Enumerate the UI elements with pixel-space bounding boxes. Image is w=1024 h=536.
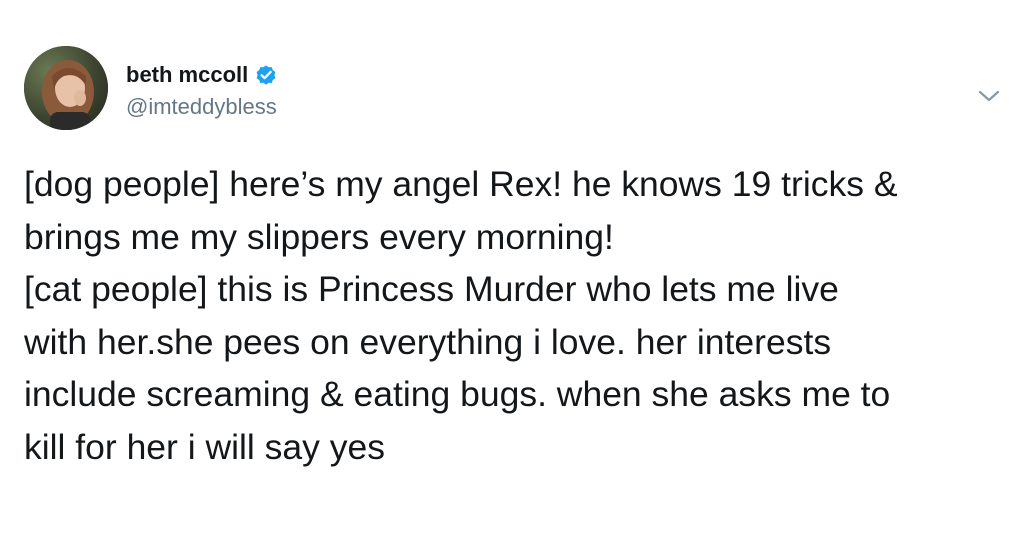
tweet-text-line: kill for her i will say yes bbox=[24, 426, 385, 467]
tweet-text-line: brings me my slippers every morning! bbox=[24, 216, 614, 257]
author-handle[interactable]: @imteddybless bbox=[126, 94, 277, 120]
tweet-card: beth mccoll @imteddybless [dog people] h… bbox=[0, 0, 1024, 536]
tweet-text-line: with her.she pees on everything i love. … bbox=[24, 321, 832, 362]
author-display-name[interactable]: beth mccoll bbox=[126, 62, 248, 88]
chevron-down-icon[interactable] bbox=[976, 86, 1002, 106]
tweet-text-line: include screaming & eating bugs. when sh… bbox=[24, 374, 891, 414]
tweet-text: [dog people] here’s my angel Rex! he kno… bbox=[24, 158, 1014, 473]
author-name-row[interactable]: beth mccoll bbox=[126, 62, 278, 88]
tweet-text-line: [cat people] this is Princess Murder who… bbox=[24, 269, 839, 309]
avatar-photo-icon bbox=[24, 46, 108, 130]
verified-badge-icon bbox=[254, 63, 278, 87]
user-avatar[interactable] bbox=[24, 46, 108, 130]
tweet-text-line: [dog people] here’s my angel Rex! he kno… bbox=[24, 164, 898, 204]
